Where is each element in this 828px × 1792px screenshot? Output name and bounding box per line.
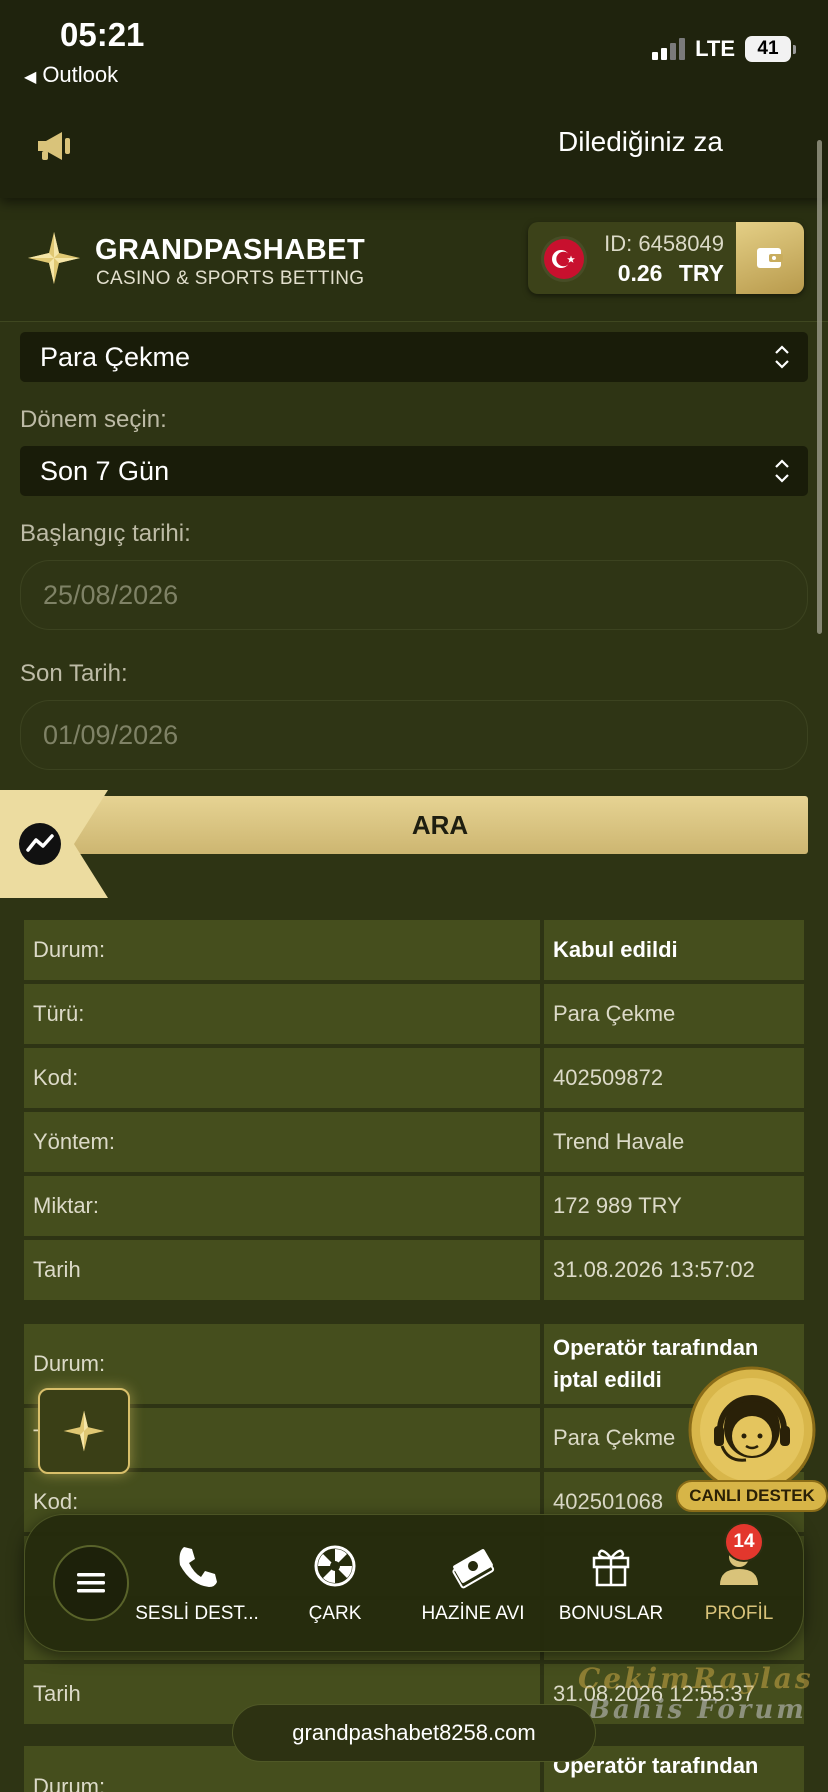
treasure-icon <box>452 1549 495 1589</box>
row-label: Türü: <box>24 984 540 1044</box>
brand-tagline: CASINO & SPORTS BETTING <box>96 268 365 289</box>
start-date-label: Başlangıç tarihi: <box>20 520 191 547</box>
menu-button[interactable] <box>53 1545 129 1621</box>
network-label: LTE <box>695 36 735 61</box>
nav-label: HAZİNE AVI <box>421 1603 525 1624</box>
status-time: 05:21 <box>60 16 145 53</box>
end-date-value: 01/09/2026 <box>43 719 179 750</box>
table-row: Miktar: 172 989 TRY <box>24 1176 804 1236</box>
table-row: Türü: Para Çekme <box>24 984 804 1044</box>
status-line-2: iptal edildi <box>553 1367 662 1392</box>
table-row: Tarih 31.08.2026 13:57:02 <box>24 1240 804 1300</box>
balance-amount: 0.26 <box>617 260 663 286</box>
row-label: Durum: <box>24 920 540 980</box>
brand-name[interactable]: GRANDPASHABET <box>95 234 365 267</box>
nav-label: ÇARK <box>308 1603 362 1624</box>
search-button[interactable]: ARA <box>72 796 808 854</box>
gift-icon <box>592 1549 630 1587</box>
end-date-label: Son Tarih: <box>20 660 128 687</box>
battery-level: 41 <box>745 36 791 62</box>
star-icon <box>63 1410 105 1452</box>
phone-icon <box>179 1547 217 1587</box>
status-line-1: Operatör tarafından <box>553 1335 759 1360</box>
bottom-nav: SESLİ DEST... ÇARK HAZİNE AVI BONUSLAR P… <box>24 1514 804 1652</box>
back-triangle-icon: ◀ <box>24 69 37 86</box>
table-row: Yöntem: Trend Havale <box>24 1112 804 1172</box>
notification-badge: 14 <box>724 1522 764 1562</box>
nav-treasure-hunt[interactable]: HAZİNE AVI <box>405 1543 541 1625</box>
table-row: Kod: 402509872 <box>24 1048 804 1108</box>
watermark: CekimRaylas Bahis Forum <box>578 1662 828 1725</box>
row-label: Miktar: <box>24 1176 540 1236</box>
wallet-icon <box>757 248 783 268</box>
scrollbar[interactable] <box>817 140 822 634</box>
account-id: ID: 6458049 <box>604 231 724 256</box>
turkey-flag-icon <box>544 239 584 279</box>
select-chevron-icon <box>775 459 789 483</box>
table-row: Durum: Kabul edildi <box>24 920 804 980</box>
wheel-icon <box>314 1545 356 1587</box>
nav-voice-support[interactable]: SESLİ DEST... <box>129 1543 265 1625</box>
watermark-line-2: Bahis Forum <box>588 1695 807 1725</box>
wallet-button[interactable] <box>736 222 804 294</box>
row-label: Tarih <box>24 1240 540 1300</box>
row-label: Yöntem: <box>24 1112 540 1172</box>
domain-pill[interactable]: grandpashabet8258.com <box>232 1704 596 1762</box>
status-value: Kabul edildi <box>544 920 804 980</box>
nav-label: PROFİL <box>704 1603 774 1624</box>
nav-label: SESLİ DEST... <box>135 1603 259 1624</box>
row-value: Trend Havale <box>544 1112 804 1172</box>
top-header: 05:21 ◀ Outlook LTE 41 Dilediğiniz za <box>0 0 828 198</box>
balance-currency: TRY <box>678 260 724 286</box>
start-date-value: 25/08/2026 <box>43 579 179 610</box>
live-support-label: CANLI DESTEK <box>676 1480 828 1512</box>
back-app-label: Outlook <box>42 62 119 87</box>
row-value: 31.08.2026 13:57:02 <box>544 1240 804 1300</box>
hamburger-icon <box>77 1573 105 1593</box>
row-value: 402509872 <box>544 1048 804 1108</box>
announcement-ticker: Dilediğiniz za <box>558 126 723 157</box>
brand-row: GRANDPASHABET CASINO & SPORTS BETTING ID… <box>0 198 828 322</box>
casino-shortcut-button[interactable] <box>38 1388 130 1474</box>
nav-bonuses[interactable]: BONUSLAR <box>543 1543 679 1625</box>
period-label: Dönem seçin: <box>20 406 167 433</box>
status-indicators: LTE 41 <box>652 36 796 62</box>
headset-agent-icon <box>688 1366 816 1494</box>
period-value: Son 7 Gün <box>40 455 170 486</box>
account-balance: 0.26 TRY <box>618 260 724 287</box>
nav-label: BONUSLAR <box>558 1603 664 1624</box>
watermark-line-1: CekimRaylas <box>578 1662 814 1695</box>
end-date-input[interactable]: 01/09/2026 <box>20 700 808 770</box>
row-label: Kod: <box>24 1048 540 1108</box>
messenger-tab[interactable] <box>0 790 108 898</box>
row-value: Para Çekme <box>544 984 804 1044</box>
row-value: 172 989 TRY <box>544 1176 804 1236</box>
live-support-button[interactable]: CANLI DESTEK <box>676 1366 828 1514</box>
period-select[interactable]: Son 7 Gün <box>20 446 808 496</box>
signal-icon <box>652 38 686 60</box>
transaction-type-select[interactable]: Para Çekme <box>20 332 808 382</box>
battery-icon: 41 <box>745 36 796 62</box>
megaphone-icon <box>38 132 70 160</box>
start-date-input[interactable]: 25/08/2026 <box>20 560 808 630</box>
back-to-app-link[interactable]: ◀ Outlook <box>24 62 118 88</box>
logo-star-icon <box>28 232 80 284</box>
transaction-type-value: Para Çekme <box>40 341 191 372</box>
nav-wheel[interactable]: ÇARK <box>267 1543 403 1625</box>
account-box[interactable]: ID: 6458049 0.26 TRY <box>528 222 804 294</box>
select-chevron-icon <box>775 345 789 369</box>
